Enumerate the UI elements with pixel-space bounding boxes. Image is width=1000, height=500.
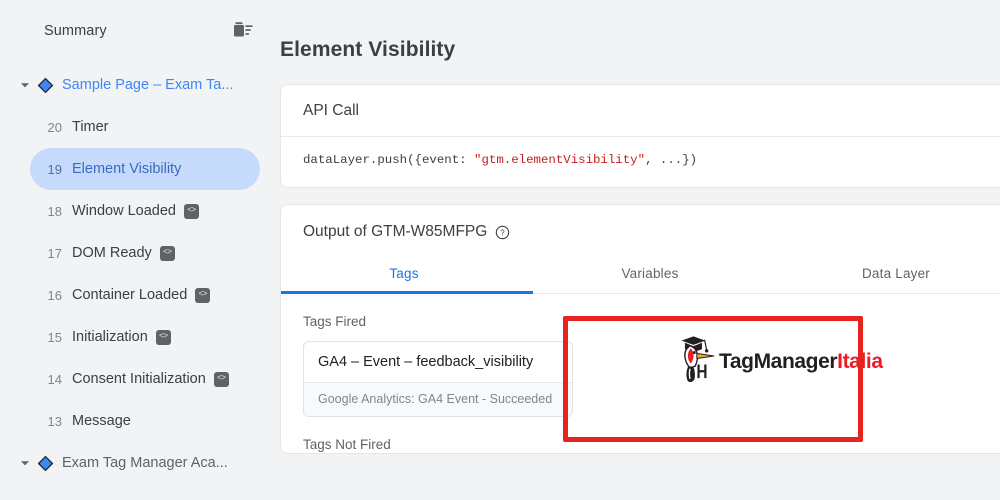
output-tabs: Tags Variables Data Layer — [281, 255, 1000, 294]
tags-fired-label: Tags Fired — [303, 314, 367, 329]
sidebar-item-consent-initialization[interactable]: 14 Consent Initialization <> — [30, 358, 260, 400]
event-name: Consent Initialization — [72, 371, 206, 387]
code-badge-icon: <> — [213, 371, 229, 387]
fired-tag-item[interactable]: GA4 – Event – feedback_visibility Google… — [303, 341, 573, 417]
page-title: Element Visibility — [280, 38, 456, 61]
tab-tags[interactable]: Tags — [281, 255, 527, 293]
output-card: Output of GTM-W85MFPG ? Tags Variables D… — [280, 204, 1000, 454]
logo-word-dark: TagManager — [719, 349, 838, 373]
output-heading: Output of GTM-W85MFPG — [303, 223, 488, 240]
event-number: 17 — [47, 245, 62, 261]
event-number: 16 — [47, 287, 62, 303]
sidebar-item-container-loaded[interactable]: 16 Container Loaded <> — [30, 274, 260, 316]
tab-variables[interactable]: Variables — [527, 255, 773, 293]
tags-fired-column: Tags Fired GA4 – Event – feedback_visibi… — [281, 294, 611, 417]
event-number: 15 — [47, 329, 62, 345]
sidebar-item-dom-ready[interactable]: 17 DOM Ready <> — [30, 232, 260, 274]
code-string: "gtm.elementVisibility" — [474, 153, 646, 167]
code-badge-icon: <> — [184, 203, 199, 219]
sidebar-item-window-loaded[interactable]: 18 Window Loaded <> — [30, 190, 260, 232]
event-name: Initialization — [72, 329, 148, 345]
diamond-icon — [37, 77, 54, 93]
sidebar-group-exam-tag-manager[interactable]: Exam Tag Manager Aca... — [0, 442, 272, 484]
main-content: Element Visibility API Call dataLayer.pu… — [272, 0, 1000, 500]
sidebar-group-label: Sample Page – Exam Ta... — [62, 77, 234, 93]
event-number: 20 — [47, 119, 62, 135]
code-suffix: , ...}) — [645, 153, 698, 167]
event-name: DOM Ready — [72, 245, 152, 261]
event-number: 14 — [47, 371, 62, 387]
fired-tag-status: Google Analytics: GA4 Event - Succeeded — [304, 383, 572, 416]
sidebar-group-label: Exam Tag Manager Aca... — [62, 455, 228, 471]
event-name: Element Visibility — [72, 161, 182, 177]
trash-icon[interactable] — [232, 20, 254, 42]
tagmanageritalia-logo: TagManagerItalia — [673, 332, 883, 390]
event-name: Window Loaded — [72, 203, 176, 219]
sidebar-group-sample-page[interactable]: Sample Page – Exam Ta... — [0, 64, 272, 106]
woodpecker-graduate-icon — [673, 332, 719, 390]
code-prefix: dataLayer.push({event: — [303, 153, 475, 167]
event-name: Timer — [72, 119, 109, 135]
sidebar-event-list: Sample Page – Exam Ta... 20 Timer 19 Ele… — [0, 62, 272, 484]
api-call-card: API Call dataLayer.push({event: "gtm.ele… — [280, 84, 1000, 188]
sidebar-item-element-visibility[interactable]: 19 Element Visibility — [30, 148, 260, 190]
code-badge-icon: <> — [159, 245, 175, 261]
api-call-code: dataLayer.push({event: "gtm.elementVisib… — [281, 137, 1000, 187]
output-heading-row: Output of GTM-W85MFPG ? — [281, 205, 1000, 241]
event-number: 13 — [47, 413, 62, 429]
sidebar-item-message[interactable]: 13 Message — [30, 400, 260, 442]
sidebar-item-timer[interactable]: 20 Timer — [30, 106, 260, 148]
help-circle-icon[interactable]: ? — [495, 225, 510, 240]
event-name: Container Loaded — [72, 287, 188, 303]
logo-wordmark: TagManagerItalia — [719, 351, 883, 372]
tags-not-fired-label: Tags Not Fired — [303, 437, 391, 452]
gtm-preview-window: Summary Sample Page – Exam Ta... 20 Time… — [0, 0, 1000, 500]
sidebar-title: Summary — [44, 23, 107, 39]
fired-tag-name: GA4 – Event – feedback_visibility — [304, 342, 572, 383]
diamond-icon — [37, 455, 54, 471]
tab-data-layer[interactable]: Data Layer — [773, 255, 1000, 293]
code-badge-icon: <> — [155, 329, 171, 345]
event-sidebar: Summary Sample Page – Exam Ta... 20 Time… — [0, 0, 272, 500]
api-call-heading: API Call — [281, 85, 1000, 137]
event-number: 18 — [47, 203, 62, 219]
event-number: 19 — [47, 161, 62, 177]
sidebar-item-initialization[interactable]: 15 Initialization <> — [30, 316, 260, 358]
caret-down-icon[interactable] — [18, 78, 32, 92]
logo-word-red: Italia — [837, 349, 883, 373]
tags-panel: Tags Fired GA4 – Event – feedback_visibi… — [281, 294, 1000, 417]
code-badge-icon: <> — [195, 287, 211, 303]
event-name: Message — [72, 413, 131, 429]
caret-down-icon[interactable] — [18, 456, 32, 470]
svg-text:?: ? — [501, 228, 506, 237]
sidebar-header: Summary — [0, 0, 272, 62]
